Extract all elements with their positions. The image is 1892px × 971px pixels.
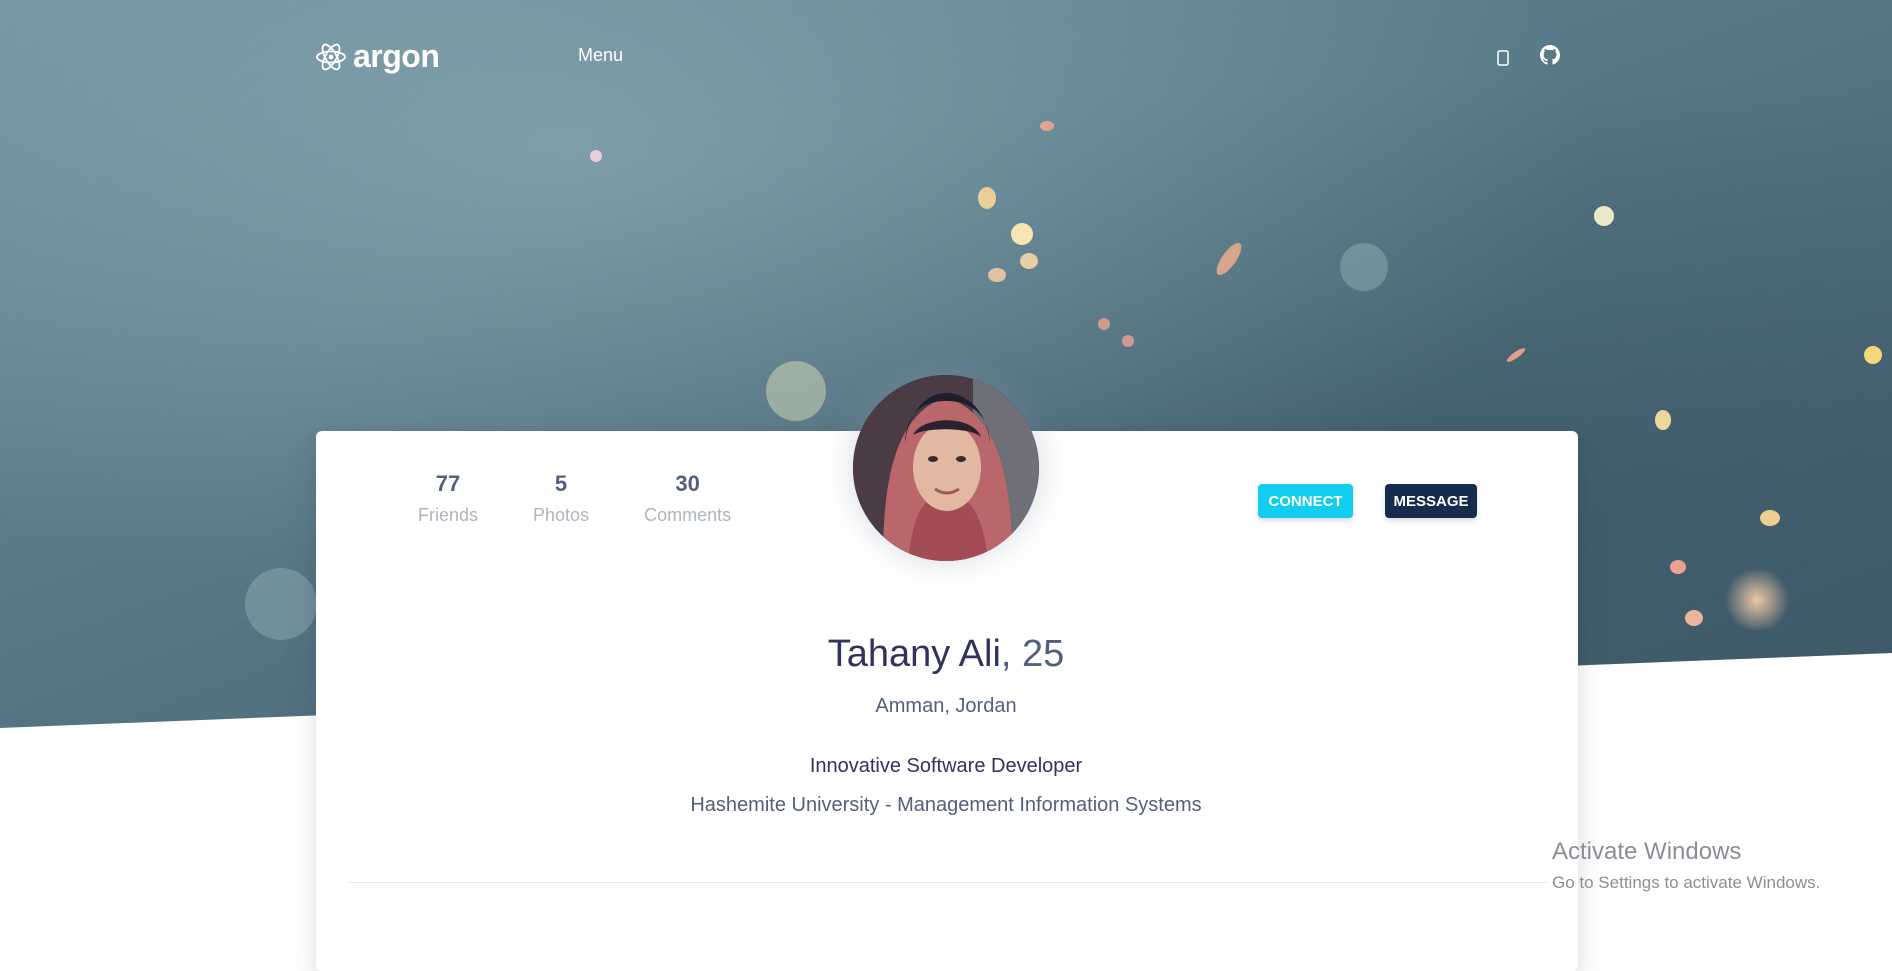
avatar-photo xyxy=(853,375,1039,561)
bokeh-light xyxy=(1098,318,1110,330)
bokeh-light xyxy=(1670,560,1686,574)
atom-icon xyxy=(316,43,346,70)
bokeh-light xyxy=(1722,570,1792,630)
bokeh-light xyxy=(1760,510,1780,526)
bokeh-light xyxy=(1655,410,1671,430)
stat-value: 30 xyxy=(675,471,700,496)
profile-education: Hashemite University - Management Inform… xyxy=(690,794,1202,816)
bokeh-light xyxy=(1020,253,1038,269)
nav-menu-link[interactable]: Menu xyxy=(578,45,623,66)
connect-button[interactable]: CONNECT xyxy=(1258,484,1353,518)
stat-comments: 30 Comments xyxy=(644,471,731,526)
bokeh-light xyxy=(766,361,826,421)
section-divider xyxy=(348,882,1548,883)
stat-photos: 5 Photos xyxy=(533,471,589,526)
bokeh-light xyxy=(1685,610,1703,626)
bokeh-light xyxy=(590,150,602,162)
bokeh-light xyxy=(1594,206,1614,226)
profile-full-name: Tahany Ali xyxy=(827,633,1001,675)
brand-logo[interactable]: argon xyxy=(315,38,440,75)
bokeh-light xyxy=(1122,335,1134,347)
stat-label: Friends xyxy=(418,505,479,525)
bokeh-light xyxy=(978,187,996,209)
profile-name: Tahany Ali, 25 xyxy=(0,633,1892,676)
profile-avatar[interactable] xyxy=(853,375,1039,561)
profile-age: , 25 xyxy=(1000,633,1065,675)
profile-stats: 77 Friends 5 Photos 30 Comments xyxy=(418,471,786,526)
profile-location: Amman, Jordan xyxy=(875,695,1017,717)
bokeh-light xyxy=(1864,346,1882,364)
stat-label: Comments xyxy=(644,505,732,525)
github-icon[interactable] xyxy=(1540,45,1560,70)
activate-windows-subtitle: Go to Settings to activate Windows. xyxy=(1552,873,1821,892)
bokeh-light xyxy=(1011,223,1033,245)
stat-value: 77 xyxy=(435,471,461,496)
bokeh-light xyxy=(1212,239,1246,279)
bokeh-light xyxy=(1340,243,1388,291)
bokeh-light xyxy=(245,568,317,640)
stat-value: 5 xyxy=(554,471,568,496)
mobile-icon[interactable] xyxy=(1497,50,1509,71)
bokeh-light xyxy=(1505,346,1527,364)
activate-windows-title: Activate Windows xyxy=(1552,838,1742,865)
brand-name: argon xyxy=(353,38,440,74)
stat-label: Photos xyxy=(533,505,590,525)
bokeh-light xyxy=(988,268,1006,282)
bokeh-light xyxy=(1040,121,1054,131)
profile-job-title: Innovative Software Developer xyxy=(809,755,1083,777)
stat-friends: 77 Friends xyxy=(418,471,478,526)
message-button[interactable]: MESSAGE xyxy=(1385,484,1477,518)
